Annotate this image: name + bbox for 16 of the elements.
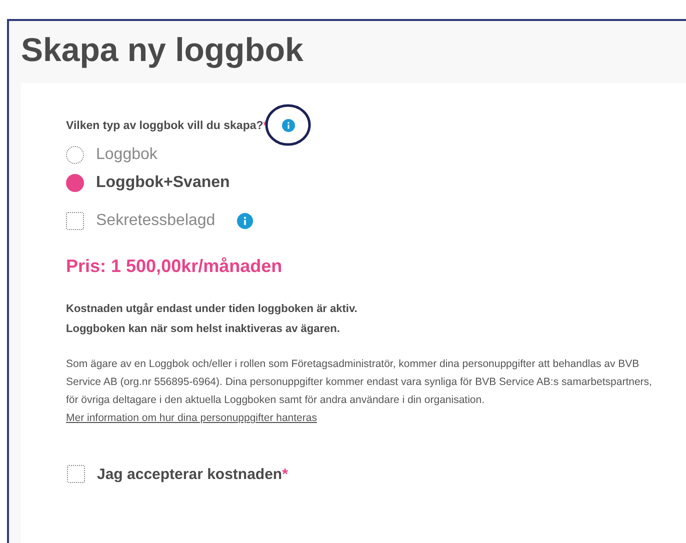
checkbox[interactable] xyxy=(66,212,84,230)
privacy-paragraph: Som ägare av en Loggbok och/eller i rollen som Företagsadministratör, kommer dina personuppgifter att behandlas av BVB Service AB (org.nr 556895-6964). Dina personuppgifter kommer endast vara synliga för BVB Service AB:s samarbetspartners, för övriga deltagare i den aktuella Loggboken samt för andra användare i din organisation. Mer information om hur dina personuppgifter hanteras xyxy=(66,357,653,426)
option-label[interactable]: Loggbok+Svanen xyxy=(96,174,230,192)
radio-button[interactable] xyxy=(66,146,84,164)
radio-button[interactable] xyxy=(66,174,84,192)
price-text: Pris: 1 500,00kr/månaden xyxy=(66,256,284,277)
notice-text: Loggboken kan när som helst inaktiveras av ägaren. xyxy=(66,322,340,337)
option-label[interactable]: Loggbok xyxy=(96,146,158,164)
option-label[interactable]: Sekretessbelagd xyxy=(96,212,216,230)
privacy-link[interactable]: Mer information om hur dina personuppgifter hanteras xyxy=(66,412,317,424)
info-icon[interactable] xyxy=(282,119,295,132)
checkbox[interactable] xyxy=(67,465,85,483)
notice-text: Kostnaden utgår endast under tiden loggboken är aktiv. xyxy=(66,302,358,317)
page-title: Skapa ny loggbok xyxy=(21,30,304,70)
accept-label[interactable]: Jag accepterar kostnaden* xyxy=(97,466,288,482)
info-icon[interactable] xyxy=(237,213,254,229)
